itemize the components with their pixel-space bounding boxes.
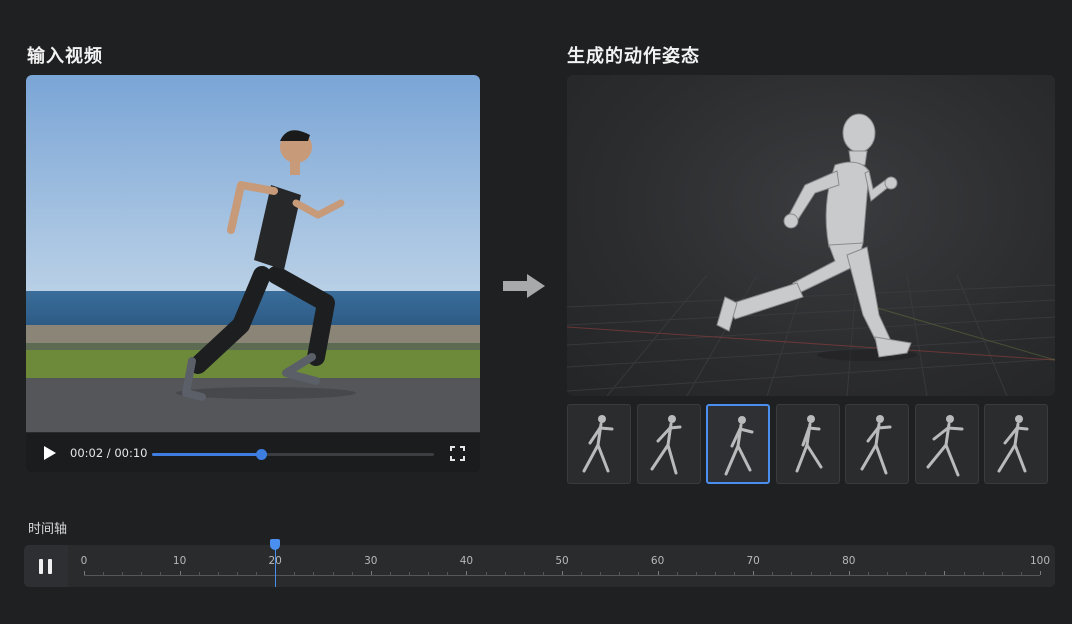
timeline-tick-mark xyxy=(160,572,162,575)
timeline-tick-mark xyxy=(695,572,697,575)
video-frame-runner[interactable] xyxy=(26,75,480,432)
timeline-tick-mark xyxy=(714,572,716,575)
timeline-tick-mark xyxy=(1020,572,1022,575)
timeline-tick-label: 10 xyxy=(172,555,187,567)
timeline-tick-mark xyxy=(1001,572,1003,575)
timeline-tick-mark xyxy=(428,572,430,575)
timeline-tick-mark xyxy=(829,572,831,575)
timeline-tick-mark xyxy=(676,572,678,575)
timeline-tick-mark xyxy=(772,572,774,575)
timeline-tick-mark xyxy=(504,572,506,575)
video-player[interactable]: 00:02 / 00:10 xyxy=(26,75,480,472)
timeline-tick-mark xyxy=(141,572,143,575)
timeline-tick-mark xyxy=(791,572,793,575)
timeline-tick-mark xyxy=(925,572,927,575)
timeline-tick-mark xyxy=(638,572,640,575)
timeline[interactable]: 01020304050607080100 xyxy=(24,539,1055,587)
timeline-tick-mark xyxy=(236,572,238,575)
timeline-tick-mark xyxy=(562,571,563,575)
video-progress-fill xyxy=(152,453,261,456)
timeline-tick-label: 100 xyxy=(1029,555,1051,567)
timeline-tick-mark xyxy=(370,571,372,575)
input-video-title: 输入视频 xyxy=(27,46,103,67)
pose-frame-thumb[interactable] xyxy=(706,404,770,484)
timeline-tick-mark xyxy=(313,572,315,575)
timeline-tick-label: 0 xyxy=(80,555,88,567)
pose-frame-thumb[interactable] xyxy=(775,404,840,484)
timeline-tick-mark xyxy=(734,572,736,575)
timeline-tick-mark xyxy=(351,572,353,575)
pause-icon[interactable] xyxy=(24,545,68,587)
timeline-tick-mark xyxy=(466,571,468,575)
timeline-tick-label: 40 xyxy=(459,555,474,567)
video-progress-bar[interactable] xyxy=(152,449,434,460)
pose-frame-thumb[interactable] xyxy=(914,404,979,484)
playhead-marker-icon[interactable] xyxy=(270,539,281,550)
video-controls: 00:02 / 00:10 xyxy=(26,432,480,472)
timeline-tick-mark xyxy=(906,572,908,575)
timeline-tick-mark xyxy=(103,572,105,575)
timeline-tick-mark xyxy=(256,572,258,575)
pose-frame-thumb[interactable] xyxy=(845,404,909,484)
timeline-tick-mark xyxy=(963,572,965,575)
timeline-tick-mark xyxy=(753,571,755,575)
timeline-tick-mark xyxy=(581,572,583,575)
timeline-tick-mark xyxy=(179,571,181,575)
timeline-tick-label: 60 xyxy=(650,555,665,567)
timeline-tick-mark xyxy=(122,572,124,575)
timeline-tick-mark xyxy=(332,572,334,575)
timeline-tick-mark xyxy=(389,572,391,575)
timeline-tick-label: 70 xyxy=(746,555,760,567)
timeline-ruler[interactable]: 01020304050607080100 xyxy=(80,539,1050,587)
fullscreen-icon[interactable] xyxy=(450,446,465,461)
timeline-tick-mark xyxy=(657,571,659,575)
timeline-tick-mark xyxy=(198,572,200,575)
pose-frame-thumb[interactable] xyxy=(636,404,701,484)
timeline-tick-mark xyxy=(600,572,602,575)
generated-pose-title: 生成的动作姿态 xyxy=(567,46,700,67)
timeline-label: 时间轴 xyxy=(28,522,68,537)
timeline-tick-mark xyxy=(217,572,219,575)
pose-frame-thumb[interactable] xyxy=(567,404,631,484)
timeline-tick-mark xyxy=(848,571,850,575)
pose-3d-viewport[interactable] xyxy=(567,75,1055,396)
timeline-tick-mark xyxy=(887,572,889,575)
timeline-tick-mark xyxy=(409,572,411,575)
video-progress-knob[interactable] xyxy=(255,449,267,460)
pose-frame-thumb[interactable] xyxy=(984,404,1048,484)
pose-frame-strip xyxy=(567,404,1055,484)
ruler-baseline xyxy=(84,575,1040,576)
timeline-tick-mark xyxy=(1040,571,1041,575)
timeline-tick-mark xyxy=(485,572,487,575)
timeline-tick-mark xyxy=(619,572,621,575)
timeline-tick-label: 50 xyxy=(555,555,569,567)
timeline-tick-mark xyxy=(542,572,544,575)
timeline-tick-label: 30 xyxy=(364,555,378,567)
timeline-tick-mark xyxy=(982,572,984,575)
timeline-tick-mark xyxy=(84,571,85,575)
timeline-tick-mark xyxy=(944,571,946,575)
play-icon[interactable] xyxy=(42,445,58,461)
timeline-tick-mark xyxy=(810,572,812,575)
timeline-tick-mark xyxy=(867,572,869,575)
timeline-tick-mark xyxy=(447,572,449,575)
timeline-tick-mark xyxy=(294,572,296,575)
arrow-right-icon xyxy=(503,274,545,298)
timeline-tick-mark xyxy=(523,572,525,575)
time-readout: 00:02 / 00:10 xyxy=(70,446,148,460)
playhead-line[interactable] xyxy=(275,545,277,587)
timeline-tick-label: 80 xyxy=(842,555,856,567)
